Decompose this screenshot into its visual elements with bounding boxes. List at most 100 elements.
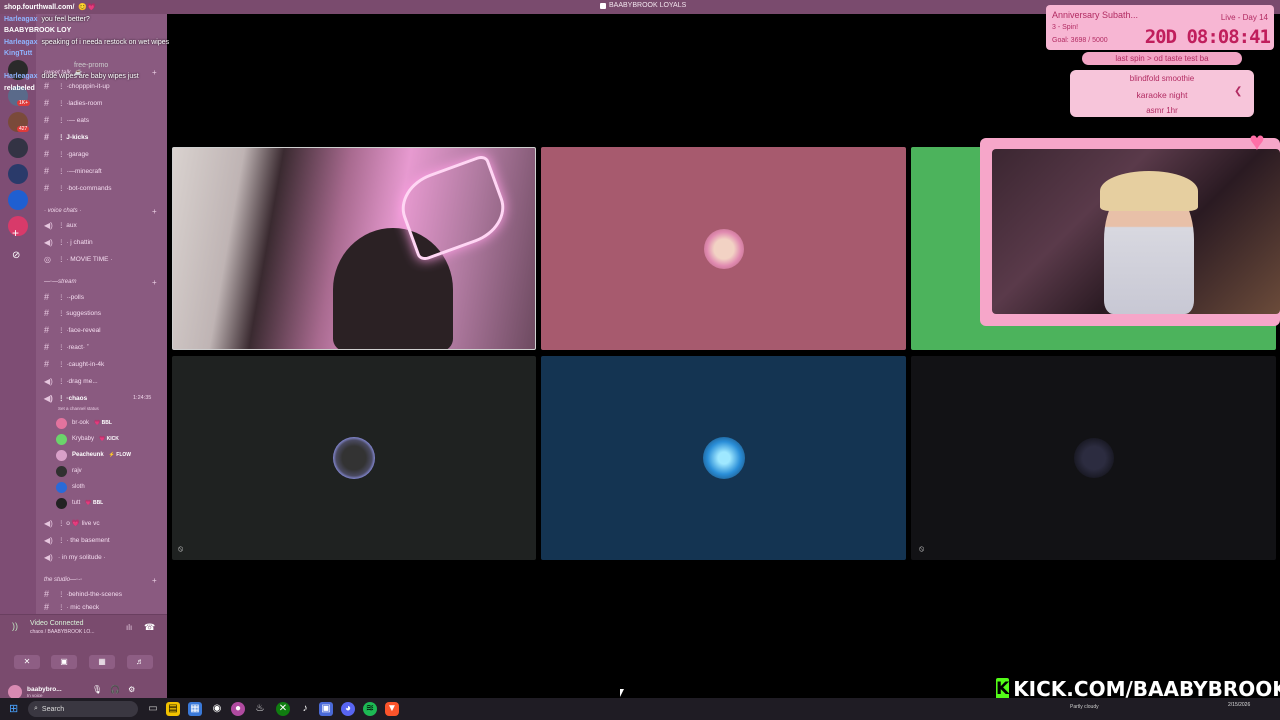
headphones-icon[interactable]: 🎧 <box>110 685 120 694</box>
disconnect-icon[interactable]: ☎ <box>144 622 155 633</box>
category-stream[interactable]: —◦—stream + <box>44 278 157 287</box>
channel-caught-in-4k[interactable]: # ⋮ ·caught-in-4k <box>44 358 104 370</box>
channel-bot-commands[interactable]: # ⋮ ·bot-commands <box>44 182 111 194</box>
camera-off-button[interactable]: ✕ <box>14 655 40 669</box>
chat-line: shop.fourthwall.com/😊💗 <box>4 2 224 14</box>
discover-icon[interactable]: ⊘ <box>12 250 20 261</box>
channel-garage[interactable]: # ⋮ ·garage <box>44 148 89 160</box>
mic-icon[interactable]: 🎙 <box>92 685 102 694</box>
channel-label: ⋮ ·chaos <box>58 395 88 402</box>
server-icon[interactable] <box>8 138 28 158</box>
category-the-studio[interactable]: the studio—◦-◦ + <box>44 576 157 585</box>
voice-channel-live-vc[interactable]: ◀) ⋮ o 💗 live vc <box>44 517 100 529</box>
voice-user[interactable]: rajv <box>56 464 82 478</box>
hash-icon: # <box>44 589 50 599</box>
avatar <box>702 437 745 479</box>
subathon-title: Anniversary Subath... <box>1052 10 1139 20</box>
muted-icon: ⦸ <box>919 544 925 553</box>
channel-label: ⋮ ·ladies-room <box>58 100 103 107</box>
brave-icon[interactable]: ▼ <box>385 702 399 716</box>
category-label: —◦—stream <box>44 279 77 285</box>
avatar[interactable] <box>8 685 22 699</box>
folder-icon[interactable]: ▦ <box>188 702 202 716</box>
add-channel-icon[interactable]: + <box>152 576 157 585</box>
channel-behind-the-scenes[interactable]: # ⋮ ·behind-the-scenes <box>44 588 122 600</box>
spotify-icon[interactable]: ≋ <box>363 702 377 716</box>
app-icon-2[interactable]: ▣ <box>319 702 333 716</box>
taskbar-clock[interactable]: 2/15/2026 <box>1228 702 1250 709</box>
task-view-icon[interactable]: ▭ <box>146 702 160 716</box>
voice-channel-drag-me[interactable]: ◀) ⋮ ·drag me... <box>44 375 98 387</box>
speaker-icon: ◀) <box>44 237 53 247</box>
channel-label: ⋮ ·behind-the-scenes <box>58 591 122 598</box>
server-icon[interactable] <box>8 190 28 210</box>
file-explorer-icon[interactable]: ▤ <box>166 702 180 716</box>
soundboard-button[interactable]: ♬ <box>127 655 153 669</box>
video-tile-user-4[interactable]: ⦸ <box>172 356 536 560</box>
add-channel-icon[interactable]: + <box>152 207 157 216</box>
voice-user[interactable]: Krybaby 💗 KICK <box>56 432 119 446</box>
voice-channel-chattin[interactable]: ◀) ⋮ · j chattin <box>44 236 93 248</box>
voice-user[interactable]: sloth <box>56 480 85 494</box>
server-icon[interactable] <box>8 164 28 184</box>
channel-mic-check[interactable]: # ⋮ · mic check <box>44 603 99 611</box>
video-tile-user-2[interactable] <box>541 147 906 350</box>
voice-channel-movie-time[interactable]: ◎ ⋮ · MOVIE TIME · <box>44 253 112 265</box>
chat-line: relabeled <box>4 83 224 95</box>
signal-icon[interactable]: )) <box>12 621 18 631</box>
chat-line: free-promo <box>4 60 224 72</box>
search-placeholder: Search <box>41 705 65 713</box>
taskbar-search[interactable]: ⌕ Search <box>28 701 138 717</box>
channel-status-prompt[interactable]: Set a channel status <box>58 406 99 411</box>
chat-user: KingTutt <box>4 50 33 57</box>
discord-icon[interactable]: ◕ <box>341 702 355 716</box>
voice-status-channel[interactable]: chaos / BAABYBROOK LO... <box>30 629 94 635</box>
channel-kicks[interactable]: # ⋮ J-kicks <box>44 131 88 143</box>
channel-eats[interactable]: # ⋮ ·— eats <box>44 114 89 126</box>
category-voice-chats[interactable]: · voice chats · + <box>44 207 157 216</box>
voice-channel-solitude[interactable]: ◀) · in my solitude · <box>44 551 106 563</box>
obs-icon[interactable]: ◉ <box>210 702 224 716</box>
add-server-icon[interactable]: + <box>12 226 19 240</box>
channel-polls[interactable]: # ⋮ ·-polls <box>44 291 84 303</box>
channel-label: ⋮ ·react· ˚ <box>58 344 90 351</box>
server-badge: 427 <box>17 126 30 132</box>
live-day-label: Live - Day 14 <box>1220 13 1268 22</box>
video-tile-webcam-1[interactable] <box>172 147 536 350</box>
voice-channel-chaos[interactable]: ◀) ⋮ ·chaos <box>44 392 87 404</box>
voice-user[interactable]: Peacheunk ⚡ FLOW <box>56 448 131 462</box>
voice-user[interactable]: br·ook 💗 BBL <box>56 416 112 430</box>
soundboard-icon: ♬ <box>136 657 144 666</box>
tiktok-icon[interactable]: ♪ <box>298 702 312 716</box>
chat-message: you feel better? <box>41 15 90 23</box>
channel-minecraft[interactable]: # ⋮ ·—minecraft <box>44 165 102 177</box>
video-tile-user-6[interactable]: ⦸ <box>911 356 1276 560</box>
hash-icon: # <box>44 132 50 142</box>
channel-face-reveal[interactable]: # ⋮ ·face-reveal <box>44 324 101 336</box>
channel-suggestions[interactable]: # ⋮ suggestions <box>44 307 101 319</box>
steam-icon[interactable]: ♨ <box>253 702 267 716</box>
user-name: baabybro... <box>27 686 62 693</box>
activities-button[interactable]: ▦ <box>89 655 115 669</box>
add-channel-icon[interactable]: + <box>152 278 157 287</box>
voice-channel-aux[interactable]: ◀) ⋮ aux <box>44 219 77 231</box>
xbox-icon[interactable]: ✕ <box>276 702 290 716</box>
video-tile-user-5[interactable] <box>541 356 906 560</box>
role-badge: 💗 BBL <box>94 420 112 426</box>
channel-sidebar: sweet talk. ☕ · + · voice chats · + —◦—str… <box>0 14 167 708</box>
windows-start-icon[interactable]: ⊞ <box>9 703 21 715</box>
channel-ladies-room[interactable]: # ⋮ ·ladies-room <box>44 97 102 109</box>
window-title-text: BAABYBROOK LOYALS <box>609 2 687 9</box>
voice-channel-the-basement[interactable]: ◀) ⋮ · the basement <box>44 534 110 546</box>
noise-suppression-icon[interactable]: ılı <box>126 623 132 632</box>
speaker-icon: ◀) <box>44 535 53 545</box>
channel-react[interactable]: # ⋮ ·react· ˚ <box>44 341 89 353</box>
hash-icon: # <box>44 325 50 335</box>
chat-message: dude wipes are baby wipes just <box>41 73 139 80</box>
app-icon[interactable]: ● <box>231 702 245 716</box>
screen-share-button[interactable]: ▣ <box>51 655 77 669</box>
voice-user[interactable]: tutt 💗 BBL <box>56 496 103 510</box>
weather-widget[interactable]: Partly cloudy <box>1070 704 1099 710</box>
category-label: the studio—◦-◦ <box>44 577 83 583</box>
gear-icon[interactable]: ⚙ <box>128 685 135 694</box>
